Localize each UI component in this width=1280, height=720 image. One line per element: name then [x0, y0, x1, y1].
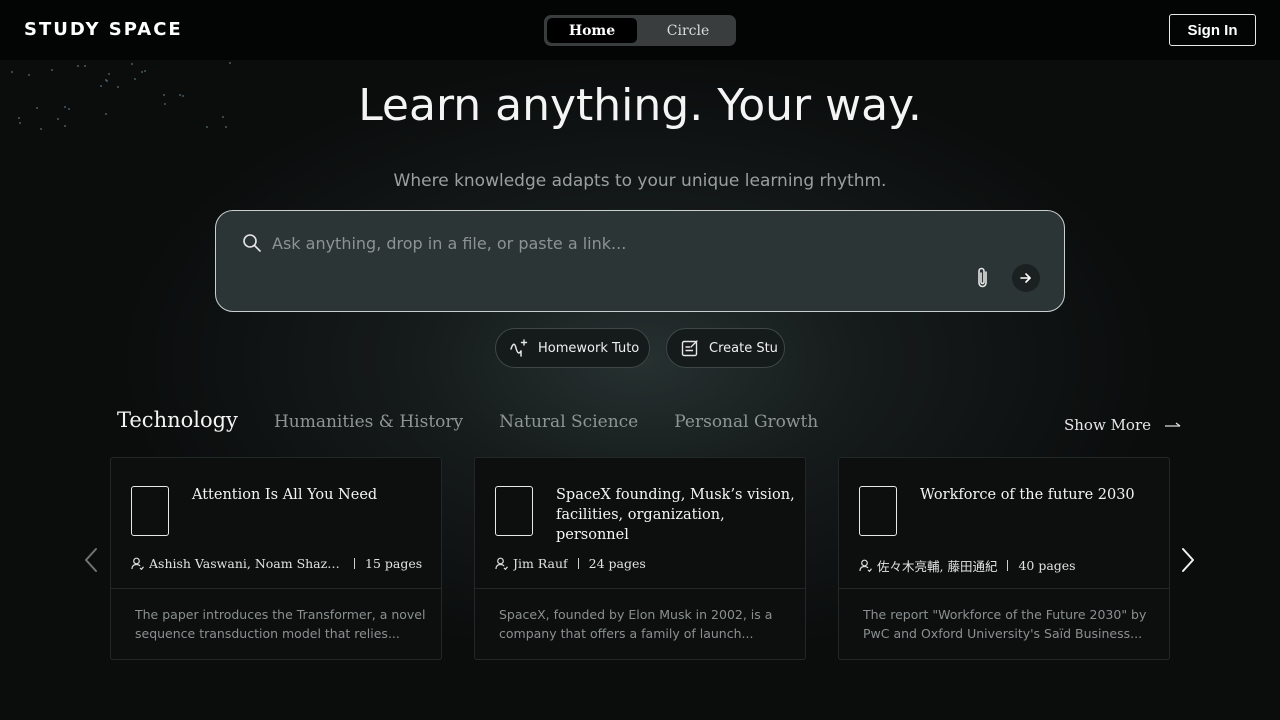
sparkle-wave-icon [510, 339, 528, 357]
tab-personal-growth[interactable]: Personal Growth [674, 412, 818, 432]
toggle-home[interactable]: Home [547, 18, 637, 43]
star-dot [108, 73, 110, 75]
document-card[interactable]: Attention Is All You Need Ashish Vaswani… [110, 457, 442, 660]
card-meta: Ashish Vaswani, Noam Shazeer, ... 15 pag… [131, 556, 431, 571]
card-title: Workforce of the future 2030 [920, 487, 1135, 503]
card-title: SpaceX founding, Musk’s vision, faciliti… [556, 487, 795, 543]
tab-humanities-history[interactable]: Humanities & History [274, 412, 463, 432]
card-description: The report "Workforce of the Future 2030… [863, 605, 1153, 643]
top-bar: STUDY SPACE Home Circle Sign In [0, 0, 1280, 60]
search-icon [243, 234, 261, 252]
description-line: SpaceX, founded by Elon Musk in 2002, is… [499, 607, 773, 622]
card-authors: Jim Rauf [513, 556, 568, 571]
homework-tutor-chip[interactable]: Homework Tuto [495, 328, 650, 368]
chevron-left-icon[interactable] [82, 545, 102, 575]
description-line: PwC and Oxford University's Saïd Busines… [863, 626, 1143, 641]
arrow-right-icon [1020, 273, 1031, 283]
chip-label: Homework Tuto [538, 340, 640, 356]
sign-in-button[interactable]: Sign In [1169, 14, 1256, 46]
star-dot [229, 62, 231, 64]
divider [577, 558, 579, 569]
star-dot [131, 63, 133, 65]
person-icon [859, 559, 872, 572]
card-pages: 40 pages [1018, 558, 1076, 573]
star-dot [77, 65, 79, 67]
long-arrow-right-icon [1165, 422, 1181, 427]
star-dot [51, 69, 53, 71]
show-more-link[interactable]: Show More [1064, 416, 1181, 434]
mode-toggle: Home Circle [544, 15, 736, 46]
divider [111, 588, 441, 589]
star-dot [11, 71, 13, 73]
document-thumbnail [859, 486, 897, 536]
hero-title: Learn anything. Your way. [358, 80, 922, 131]
divider [354, 558, 355, 569]
card-pages: 15 pages [365, 556, 423, 571]
star-dot [141, 71, 143, 73]
chip-label: Create Stu [709, 340, 778, 356]
divider [1007, 560, 1009, 571]
person-icon [495, 557, 508, 570]
edit-note-icon [681, 340, 698, 357]
description-line: company that offers a family of launch..… [499, 626, 754, 641]
paperclip-icon[interactable] [973, 266, 993, 290]
card-meta: 佐々木亮輔, 藤田通紀 40 pages [859, 556, 1159, 575]
search-input[interactable] [272, 229, 1012, 257]
create-study-chip[interactable]: Create Stu [666, 328, 785, 368]
card-authors: Ashish Vaswani, Noam Shazeer, ... [149, 556, 344, 571]
toggle-circle[interactable]: Circle [643, 18, 733, 43]
divider [839, 588, 1169, 589]
star-dot [84, 65, 86, 67]
description-line: The paper introduces the Transformer, a … [135, 607, 425, 622]
tab-natural-science[interactable]: Natural Science [499, 412, 638, 432]
person-icon [131, 557, 144, 570]
card-description: The paper introduces the Transformer, a … [135, 605, 425, 643]
tab-technology[interactable]: Technology [117, 408, 238, 432]
document-thumbnail [131, 486, 169, 536]
card-authors: 佐々木亮輔, 藤田通紀 [877, 559, 998, 574]
card-pages: 24 pages [588, 556, 646, 571]
description-line: The report "Workforce of the Future 2030… [863, 607, 1147, 622]
star-dot [144, 70, 146, 72]
card-meta: Jim Rauf 24 pages [495, 556, 795, 571]
search-box [215, 210, 1065, 312]
logo[interactable]: STUDY SPACE [24, 19, 183, 40]
show-more-label: Show More [1064, 416, 1152, 434]
hero-subtitle: Where knowledge adapts to your unique le… [393, 171, 887, 191]
divider [475, 588, 805, 589]
chevron-right-icon[interactable] [1178, 545, 1198, 575]
category-tabs: Technology Humanities & History Natural … [117, 408, 854, 432]
document-card[interactable]: Workforce of the future 2030 佐々木亮輔, 藤田通紀… [838, 457, 1170, 660]
submit-button[interactable] [1012, 264, 1040, 292]
card-description: SpaceX, founded by Elon Musk in 2002, is… [499, 605, 789, 643]
document-thumbnail [495, 486, 533, 536]
card-title: Attention Is All You Need [192, 487, 378, 503]
document-card[interactable]: SpaceX founding, Musk’s vision, faciliti… [474, 457, 806, 660]
description-line: sequence transduction model that relies.… [135, 626, 400, 641]
star-dot [28, 74, 30, 76]
